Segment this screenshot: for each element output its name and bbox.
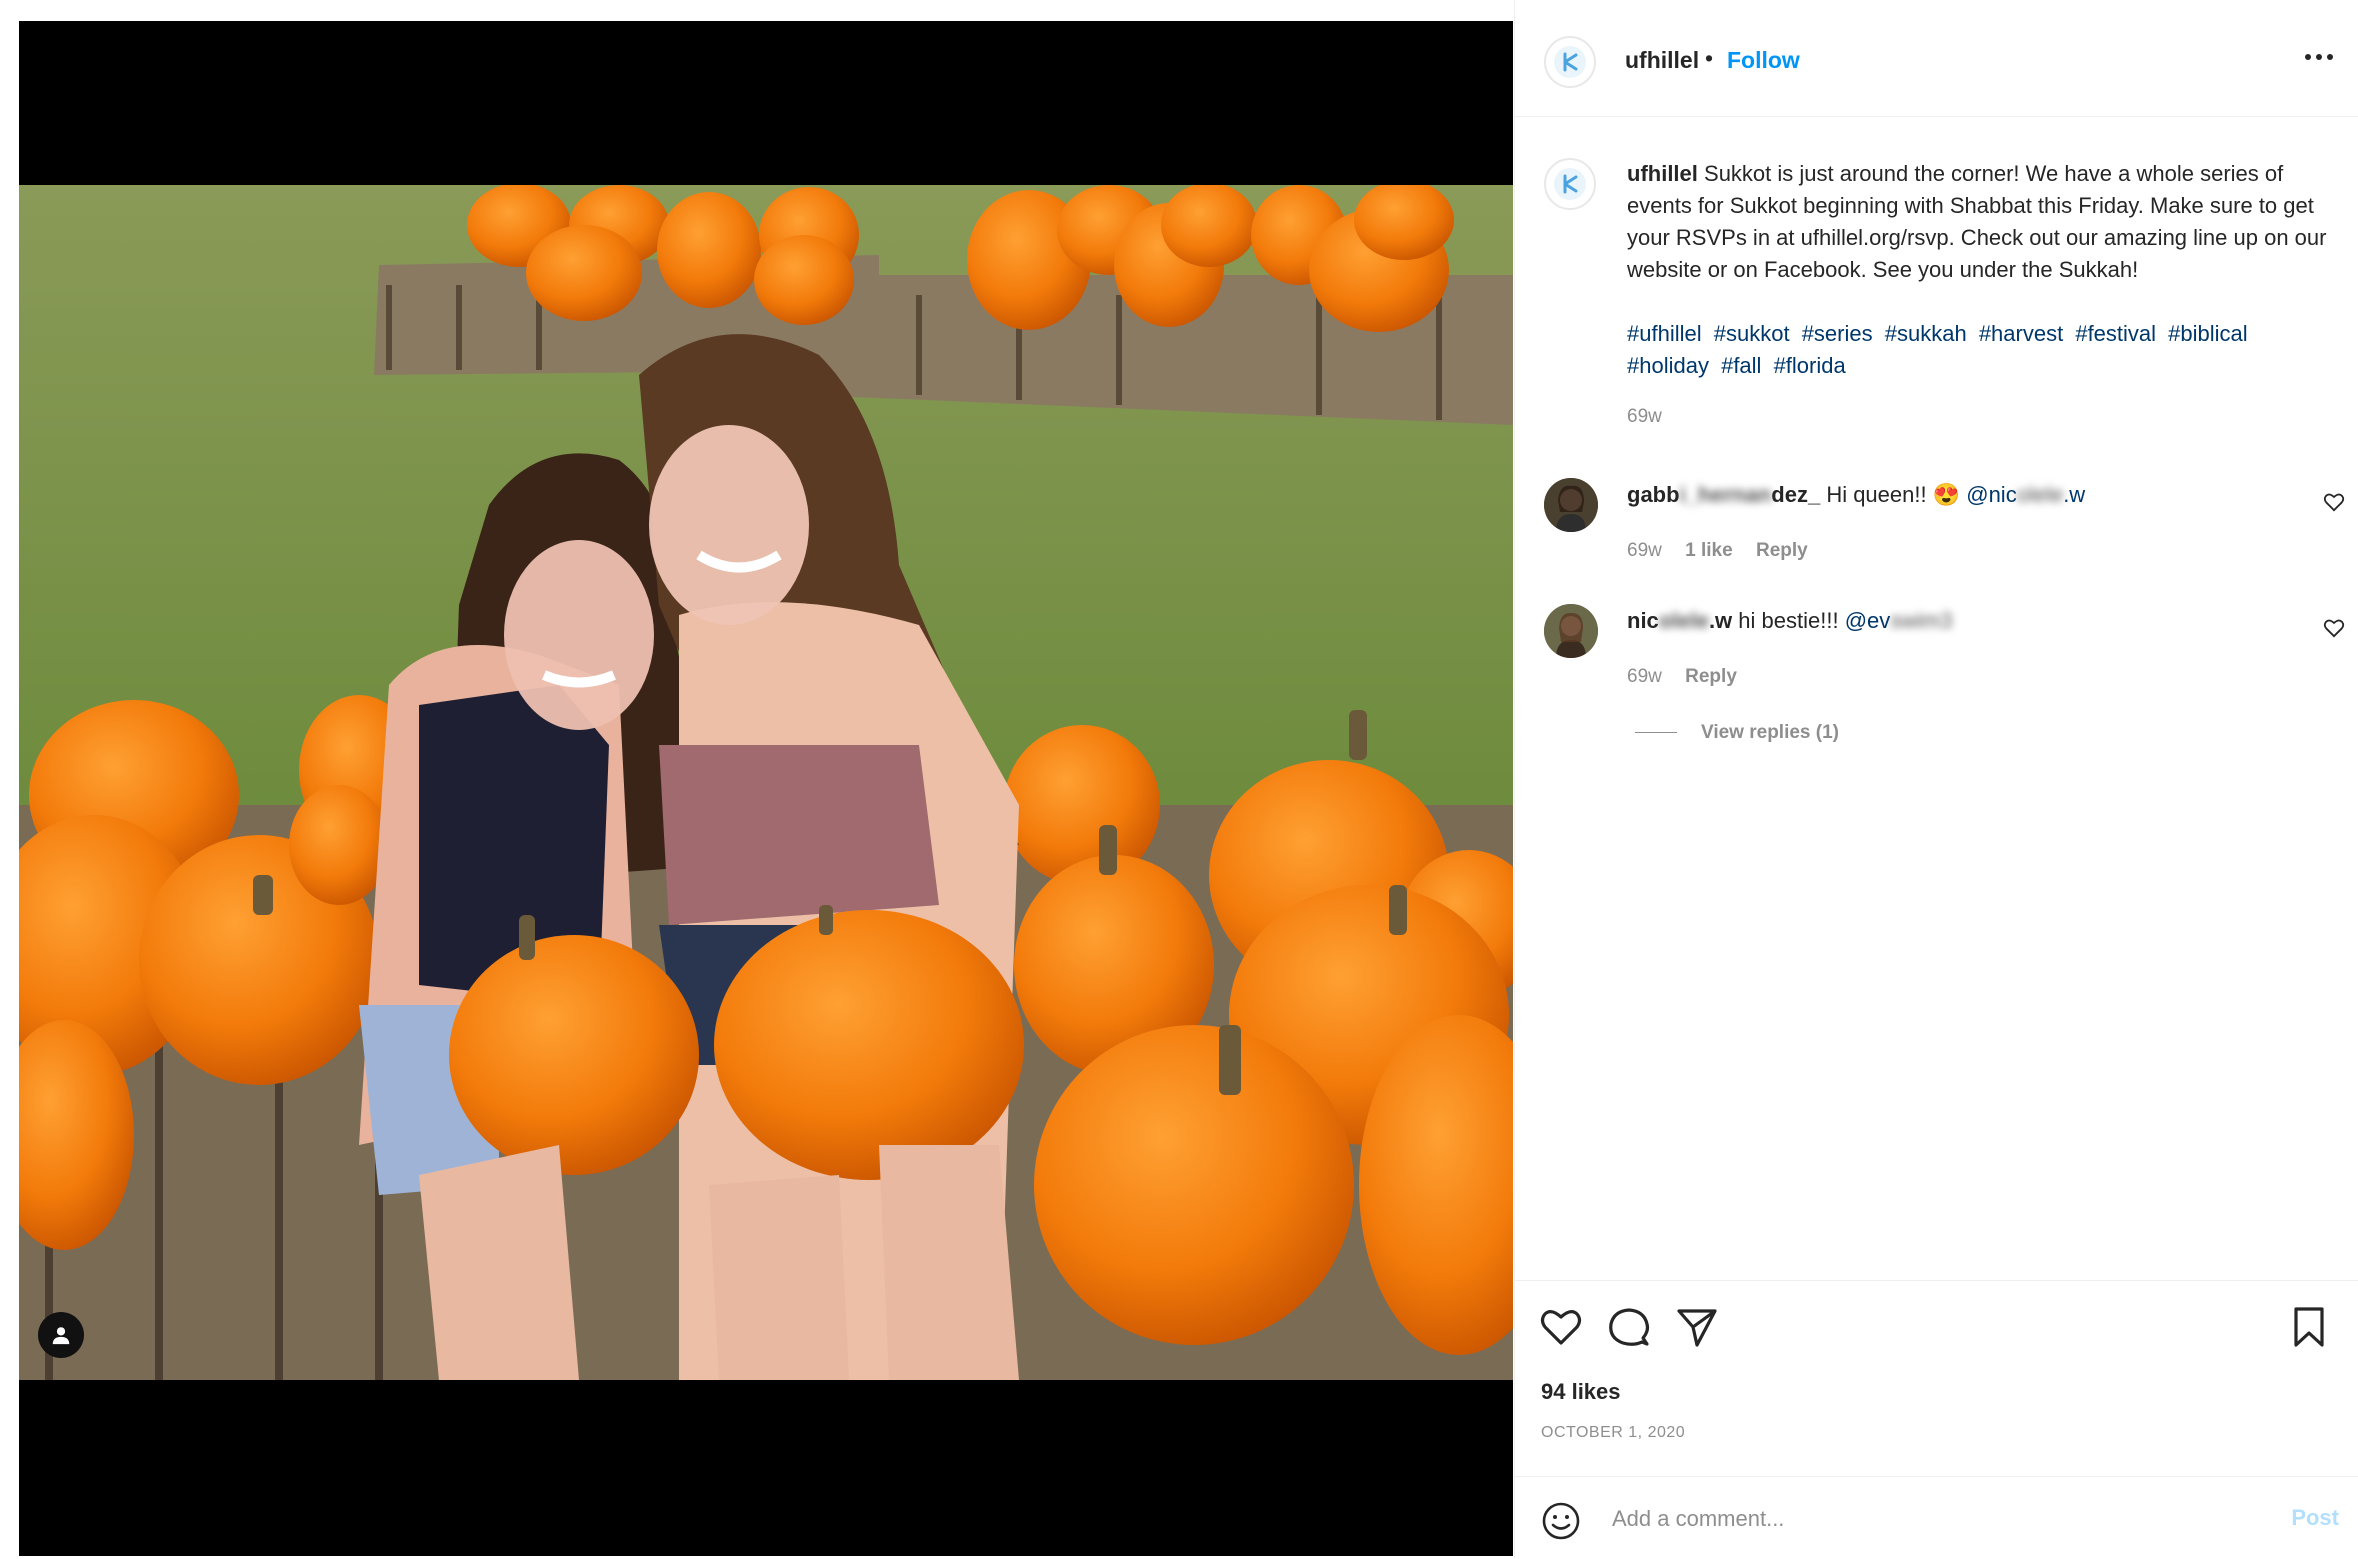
heart-icon[interactable] [1539, 1305, 1583, 1349]
commenter-avatar[interactable] [1544, 478, 1598, 532]
comment-timestamp[interactable]: 69w [1627, 540, 1662, 561]
hashtag-link[interactable]: #biblical [2168, 321, 2248, 346]
reply-button[interactable]: Reply [1685, 666, 1737, 687]
caption-body: Sukkot is just around the corner! We hav… [1627, 161, 2327, 282]
commenter-avatar[interactable] [1544, 604, 1598, 658]
ellipsis-icon[interactable] [2303, 50, 2335, 64]
comment-text: nicolele.w hi bestie!!! @evswim3 [1627, 608, 1953, 634]
reply-button[interactable]: Reply [1756, 540, 1808, 561]
like-count[interactable]: 94 likes [1541, 1379, 1621, 1405]
heart-icon[interactable] [2323, 618, 2345, 638]
hashtag-link[interactable]: #sukkah [1885, 321, 1967, 346]
heart-icon[interactable] [2323, 492, 2345, 512]
separator-dot: • [1705, 45, 1714, 71]
add-comment-bar: Post [1515, 1476, 2358, 1559]
comment-mention[interactable]: @evswim3 [1845, 608, 1953, 633]
caption-text: ufhillel Sukkot is just around the corne… [1627, 158, 2347, 286]
post-sidebar: ufhillel • Follow ufhillel Sukkot is jus… [1514, 0, 2358, 1558]
comment-meta: 69w 1 like Reply [1627, 540, 1826, 562]
hashtag-link[interactable]: #festival [2075, 321, 2156, 346]
comment-meta: 69w Reply [1627, 666, 1755, 688]
comment-mention[interactable]: @nicolele.w [1966, 482, 2085, 507]
hashtag-link[interactable]: #holiday [1627, 353, 1709, 378]
comment-timestamp[interactable]: 69w [1627, 666, 1662, 687]
avatar-photo [1544, 604, 1598, 658]
hillel-logo-icon [1554, 168, 1586, 200]
comment-body: hi bestie!!! [1738, 608, 1839, 633]
hashtag-link[interactable]: #harvest [1979, 321, 2063, 346]
caption-username[interactable]: ufhillel [1627, 161, 1698, 186]
comment-bubble-icon[interactable] [1607, 1305, 1651, 1349]
caption-timestamp[interactable]: 69w [1627, 406, 1662, 428]
view-replies-button[interactable]: View replies (1) [1635, 722, 1839, 744]
post-header: ufhillel • Follow [1515, 0, 2358, 117]
hashtag-link[interactable]: #ufhillel [1627, 321, 1702, 346]
paper-plane-icon[interactable] [1675, 1305, 1719, 1349]
hashtag-link[interactable]: #fall [1721, 353, 1761, 378]
comment-body: Hi queen!! 😍 [1826, 482, 1961, 507]
avatar-photo [1544, 478, 1598, 532]
post-author-username[interactable]: ufhillel [1625, 47, 1699, 74]
pumpkin-patch-photo [19, 185, 1513, 1380]
hashtag-link[interactable]: #series [1802, 321, 1873, 346]
comment-username[interactable]: gabbi_hernandez_ [1627, 482, 1820, 507]
profile-avatar[interactable] [1544, 36, 1596, 88]
comment-input[interactable] [1610, 1495, 2254, 1543]
person-icon [52, 1327, 70, 1345]
comment-likes[interactable]: 1 like [1685, 540, 1733, 561]
bookmark-icon[interactable] [2287, 1305, 2331, 1349]
comment-text: gabbi_hernandez_ Hi queen!! 😍 @nicolele.… [1627, 482, 2085, 508]
caption-avatar[interactable] [1544, 158, 1596, 210]
hashtag-link[interactable]: #florida [1774, 353, 1846, 378]
view-replies-label: View replies (1) [1701, 722, 1839, 743]
hashtag-list: #ufhillel #sukkot #series #sukkah #harve… [1627, 318, 2347, 382]
follow-button[interactable]: Follow [1727, 47, 1800, 74]
post-photo[interactable] [19, 185, 1513, 1380]
comment-username[interactable]: nicolele.w [1627, 608, 1732, 633]
post-media[interactable] [19, 21, 1513, 1556]
replies-divider-line [1635, 732, 1677, 734]
post-date[interactable]: OCTOBER 1, 2020 [1541, 1424, 1685, 1442]
post-comment-button[interactable]: Post [2291, 1505, 2339, 1531]
hashtag-link[interactable]: #sukkot [1714, 321, 1790, 346]
hillel-logo-icon [1554, 46, 1586, 78]
smiley-icon[interactable] [1541, 1501, 1581, 1541]
post-actions: 94 likes OCTOBER 1, 2020 [1515, 1280, 2358, 1476]
tagged-users-button[interactable] [38, 1312, 84, 1358]
